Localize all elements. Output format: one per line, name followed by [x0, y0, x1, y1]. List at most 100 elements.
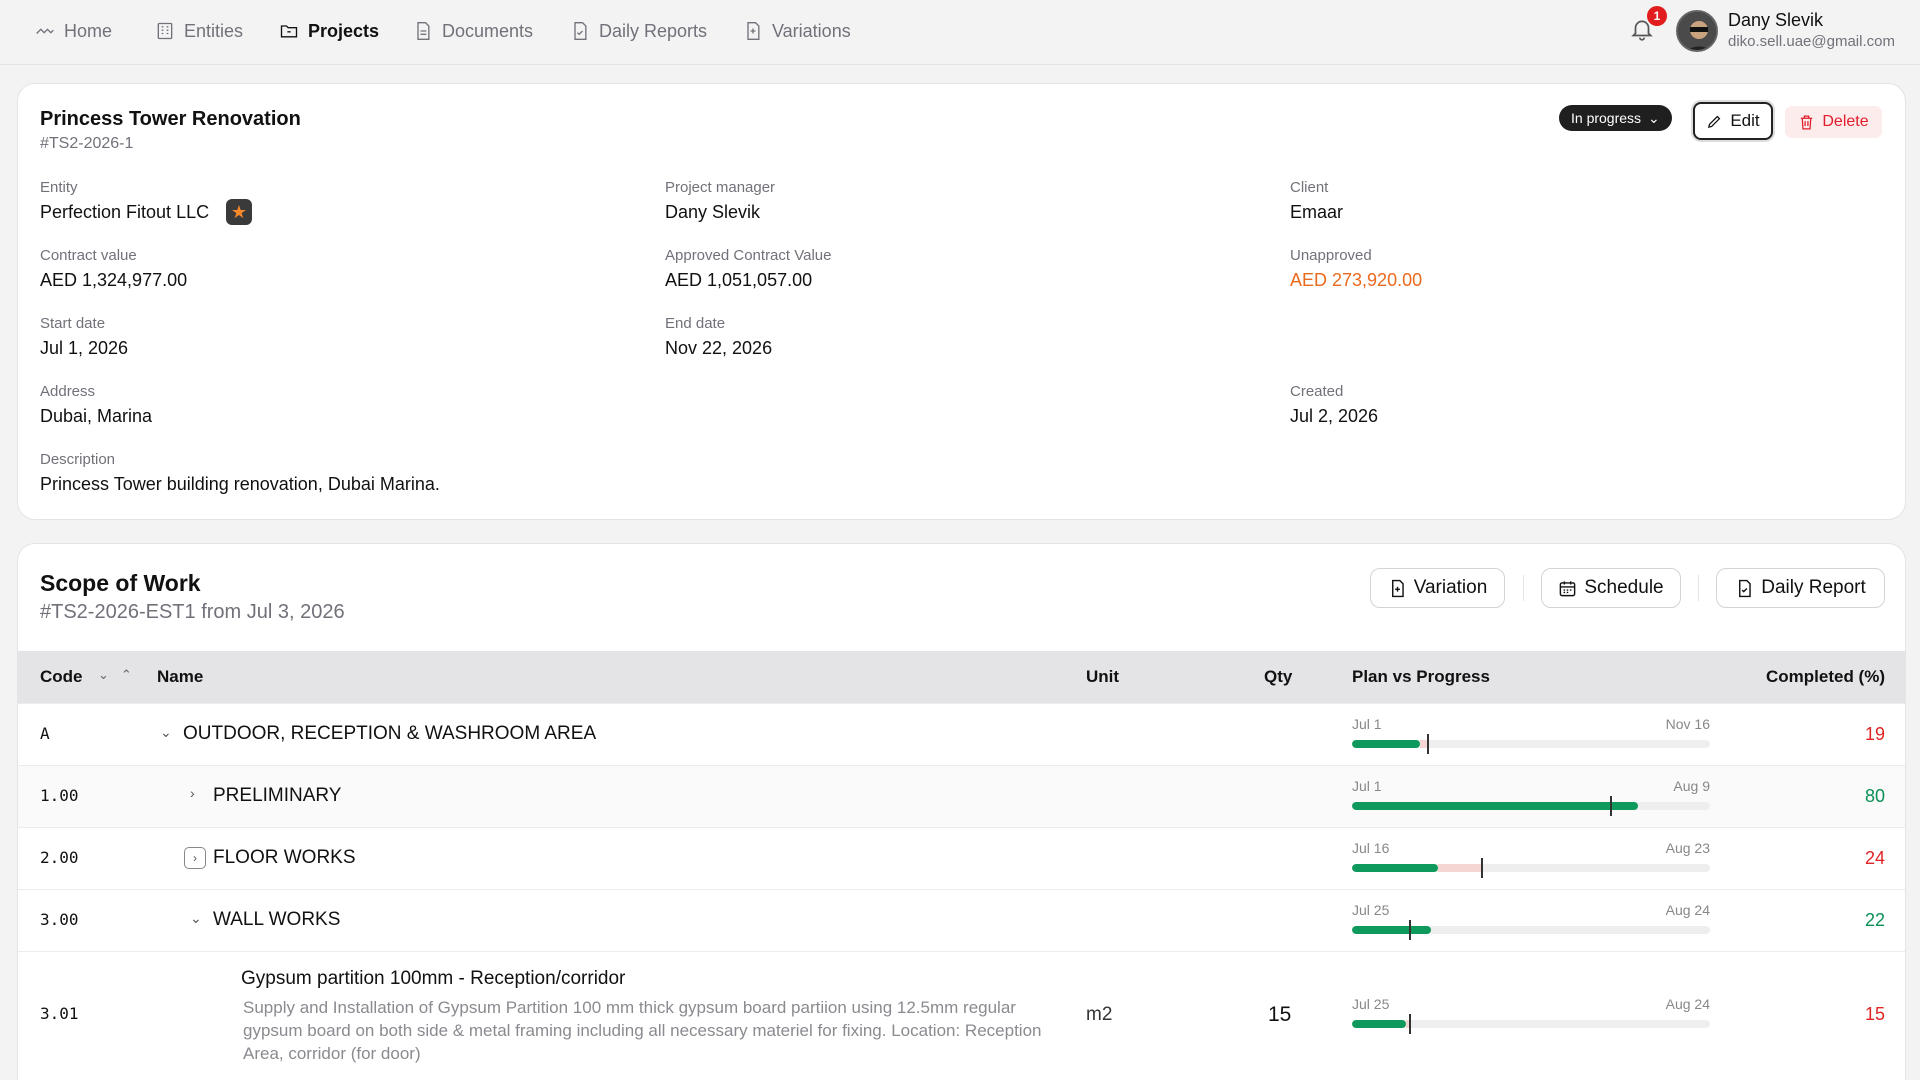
approved-value: AED 1,051,057.00: [665, 270, 813, 290]
plan-start-date: Jul 1: [1352, 778, 1382, 794]
completed-percent: 19: [1864, 724, 1885, 744]
schedule-button[interactable]: Schedule: [1541, 568, 1681, 608]
nav-daily-reports[interactable]: Daily Reports: [570, 14, 707, 48]
column-completed[interactable]: Completed (%): [1766, 667, 1885, 687]
contract-label: Contract value: [40, 247, 137, 264]
daily-report-button-label: Daily Report: [1761, 577, 1866, 598]
row-description: Supply and Installation of Gypsum Partit…: [243, 998, 1042, 1063]
home-icon: [36, 28, 54, 34]
progress-track: [1352, 740, 1710, 748]
nav-projects-label: Projects: [308, 20, 380, 41]
progress-track: [1352, 802, 1710, 810]
variation-icon: [1391, 579, 1404, 597]
column-code[interactable]: Code: [40, 667, 83, 687]
contract-value: AED 1,324,977.00: [40, 270, 188, 290]
entity-logo-icon: ★: [226, 199, 252, 225]
delete-button[interactable]: Delete: [1785, 106, 1882, 138]
variation-button[interactable]: Variation: [1370, 568, 1505, 608]
plan-marker: [1480, 858, 1483, 878]
chevron-down-icon[interactable]: ⌄: [160, 724, 172, 741]
delete-label: Delete: [1822, 113, 1869, 130]
entity-value[interactable]: Perfection Fitout LLC: [40, 202, 209, 223]
chevron-down-icon: ⌄: [1648, 109, 1660, 126]
progress-track: [1352, 864, 1710, 872]
column-name[interactable]: Name: [157, 667, 203, 687]
plan-start-date: Jul 25: [1352, 996, 1390, 1012]
table-row[interactable]: 3.01 Gypsum partition 100mm - Reception/…: [18, 951, 1905, 1076]
row-code: 2.00: [40, 848, 79, 867]
table-row[interactable]: 2.00 › FLOOR WORKS Jul 16 Aug 23 24: [18, 827, 1905, 889]
chevron-down-icon[interactable]: ⌄: [190, 910, 202, 927]
chevron-right-icon[interactable]: ›: [190, 785, 195, 801]
plan-marker: [1427, 734, 1430, 754]
chevron-right-icon[interactable]: ›: [184, 847, 206, 869]
completed-percent: 22: [1864, 910, 1885, 930]
progress-fill: [1352, 926, 1431, 934]
status-dropdown[interactable]: In progress ⌄: [1559, 105, 1672, 131]
progress-fill: [1352, 740, 1421, 748]
user-email: diko.sell.uae@gmail.com: [1728, 33, 1895, 50]
edit-button[interactable]: Edit: [1693, 102, 1773, 140]
plan-start-date: Jul 25: [1352, 902, 1390, 918]
user-name: Dany Slevik: [1728, 10, 1824, 30]
progress-fill: [1352, 1020, 1406, 1028]
plan-end-date: Aug 23: [1665, 840, 1710, 856]
report-icon: [1739, 579, 1751, 597]
top-navigation: Home Entities Projects Documents Daily R…: [0, 0, 1920, 65]
description-value: Princess Tower building renovation, Duba…: [40, 474, 440, 494]
row-name: FLOOR WORKS: [213, 847, 356, 868]
row-qty: 15: [1268, 1003, 1292, 1026]
client-value: Emaar: [1290, 202, 1344, 222]
column-qty[interactable]: Qty: [1264, 667, 1292, 687]
row-code: 3.00: [40, 910, 79, 929]
completed-percent: 24: [1864, 848, 1885, 868]
description-label: Description: [40, 451, 116, 468]
table-row[interactable]: A ⌄ OUTDOOR, RECEPTION & WASHROOM AREA J…: [18, 703, 1905, 765]
avatar[interactable]: [1676, 10, 1718, 52]
row-name: Gypsum partition 100mm - Reception/corri…: [241, 968, 626, 989]
manager-value: Dany Slevik: [665, 202, 761, 222]
nav-documents-label: Documents: [442, 20, 534, 41]
nav-documents[interactable]: Documents: [413, 14, 533, 48]
nav-entities[interactable]: Entities: [155, 14, 243, 48]
project-details-card: Princess Tower Renovation #TS2-2026-1 In…: [17, 83, 1906, 520]
building-icon: [157, 22, 173, 40]
progress-track: [1352, 926, 1710, 934]
project-title: Princess Tower Renovation: [40, 108, 301, 130]
sort-controls: ⌄ ⌃: [98, 667, 132, 683]
column-unit[interactable]: Unit: [1086, 667, 1119, 687]
unapproved-label: Unapproved: [1290, 247, 1372, 264]
behind-plan-gap: [1437, 864, 1481, 872]
row-code: 1.00: [40, 786, 79, 805]
collapse-all-icon[interactable]: ⌄: [98, 667, 109, 683]
trash-icon: [1801, 114, 1813, 130]
manager-label: Project manager: [665, 179, 776, 196]
plan-marker: [1609, 796, 1612, 816]
edit-label: Edit: [1730, 111, 1760, 130]
row-code: A: [40, 724, 50, 743]
calendar-icon: [1560, 580, 1576, 596]
divider: [1698, 575, 1699, 601]
daily-report-button[interactable]: Daily Report: [1716, 568, 1885, 608]
expand-all-icon[interactable]: ⌃: [121, 667, 132, 683]
table-row[interactable]: 3.00 ⌄ WALL WORKS Jul 25 Aug 24 22: [18, 889, 1905, 951]
plan-end-date: Aug 24: [1665, 902, 1710, 918]
table-row[interactable]: 1.00 › PRELIMINARY Jul 1 Aug 9 80: [18, 765, 1905, 827]
plan-marker: [1409, 1014, 1412, 1034]
end-date-value: Nov 22, 2026: [665, 338, 773, 358]
pencil-icon: [1708, 115, 1721, 128]
variation-icon: [747, 22, 760, 40]
nav-projects[interactable]: Projects: [279, 14, 379, 48]
plan-start-date: Jul 16: [1352, 840, 1390, 856]
nav-variations-label: Variations: [772, 20, 851, 41]
start-date-value: Jul 1, 2026: [40, 338, 129, 358]
unapproved-value: AED 273,920.00: [1290, 270, 1423, 290]
nav-variations[interactable]: Variations: [743, 14, 851, 48]
nav-daily-reports-label: Daily Reports: [599, 20, 708, 41]
nav-home[interactable]: Home: [35, 14, 112, 48]
entity-label: Entity: [40, 179, 78, 196]
project-code: #TS2-2026-1: [40, 135, 134, 152]
report-icon: [574, 22, 587, 40]
divider: [1523, 575, 1524, 601]
nav-home-label: Home: [64, 20, 113, 41]
